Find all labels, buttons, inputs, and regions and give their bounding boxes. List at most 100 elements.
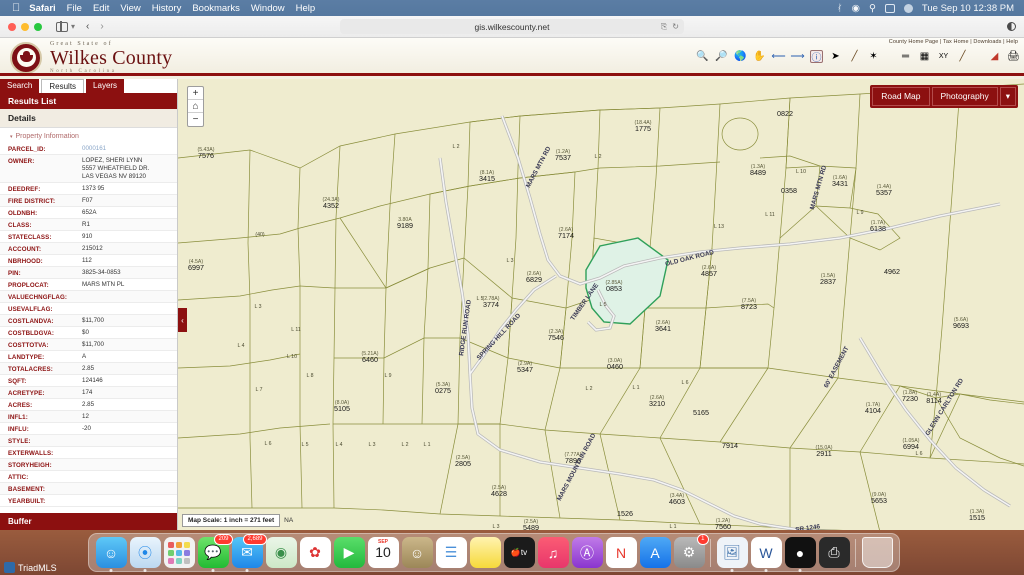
menu-item-history[interactable]: History	[152, 3, 182, 14]
previous-extent-icon[interactable]: ⟵	[771, 50, 785, 63]
window-traffic-lights[interactable]	[8, 22, 42, 31]
map-zoom-control[interactable]: + ⌂ −	[187, 86, 204, 127]
back-button[interactable]: ‹	[86, 21, 89, 32]
dock-word-icon[interactable]: W	[750, 537, 782, 572]
dock-trash-icon[interactable]	[861, 537, 893, 568]
dock-finder-icon[interactable]: ☺	[95, 537, 127, 572]
maximize-window-button[interactable]	[34, 22, 42, 31]
basemap-photography-button[interactable]: Photography	[931, 87, 998, 106]
dock-appletv-icon[interactable]: 🍎tv	[503, 537, 535, 568]
dock-podcasts-icon[interactable]: Ⓐ	[571, 537, 603, 568]
globe-full-extent-icon[interactable]: 🌎	[734, 50, 747, 63]
sidebar-dropdown-icon[interactable]: ▾	[71, 22, 75, 31]
minimize-window-button[interactable]	[21, 22, 29, 31]
reader-contrast-icon[interactable]	[1007, 22, 1016, 31]
address-bar[interactable]: gis.wilkescounty.net ⎘ ↻	[340, 19, 684, 34]
dock-quicktime-icon[interactable]: ●	[784, 537, 816, 572]
property-field-row: PARCEL_ID: 0000161	[0, 143, 177, 155]
property-information-section-toggle[interactable]: Property Information	[0, 128, 177, 143]
home-extent-button[interactable]: ⌂	[188, 100, 203, 113]
dock-launchpad-icon[interactable]	[163, 537, 195, 568]
dock-running-indicator	[764, 569, 768, 572]
dock-safari-icon[interactable]: ⦿	[129, 537, 161, 572]
reminders-icon-glyph: ☰	[444, 544, 458, 560]
dock-news-icon[interactable]: N	[605, 537, 637, 568]
wifi-icon[interactable]: ◉	[852, 3, 860, 14]
menu-item-window[interactable]: Window	[251, 3, 285, 14]
pan-hand-icon[interactable]: ✋	[753, 50, 766, 63]
menu-item-view[interactable]: View	[120, 3, 140, 14]
map-canvas[interactable]: (8.1A) 3415 (24.3A) 4352 3.80A 9189 (4.5A) 6997…	[178, 79, 1024, 530]
dock-mail-icon[interactable]: ✉ 2,689	[231, 534, 267, 572]
dock-settings-icon[interactable]: ⚙ 1	[673, 534, 709, 568]
measure-line-icon[interactable]: ╱	[848, 50, 861, 63]
logo-line-north-carolina: North Carolina	[50, 69, 117, 74]
property-field-row: BASEMENT:	[0, 483, 177, 495]
reload-button[interactable]: ↻	[672, 22, 679, 32]
results-list-header[interactable]: Results List	[0, 93, 177, 109]
tab-search[interactable]: Search	[0, 79, 40, 93]
dock-calendar-icon[interactable]: SEP 10	[367, 537, 399, 568]
control-center-icon[interactable]	[884, 3, 895, 13]
forward-button[interactable]: ›	[100, 21, 103, 32]
menu-item-safari[interactable]: Safari	[29, 3, 55, 14]
menubar-clock[interactable]: Tue Sep 10 12:38 PM	[922, 3, 1014, 14]
zoom-in-button[interactable]: +	[188, 87, 203, 100]
menu-item-help[interactable]: Help	[296, 3, 316, 14]
measure-distance-icon[interactable]: ═	[899, 50, 912, 63]
dock-contacts-icon[interactable]: ☺	[401, 537, 433, 568]
dock-music-icon[interactable]: ♫	[537, 537, 569, 568]
property-field-key: NBRHOOD:	[8, 257, 43, 265]
details-header[interactable]: Details	[0, 109, 177, 128]
tab-layers[interactable]: Layers	[86, 79, 125, 93]
buffer-button[interactable]: Buffer	[0, 513, 177, 530]
search-icon[interactable]: ⚲	[869, 3, 876, 14]
erase-icon[interactable]: ◢	[988, 50, 1001, 63]
dock-photos-icon[interactable]: ✿	[299, 537, 331, 568]
dock-messages-icon[interactable]: 💬 209	[197, 534, 233, 572]
draw-line-icon[interactable]: ╱	[956, 50, 969, 63]
panel-collapse-handle[interactable]: ‹	[178, 308, 187, 332]
zoom-in-icon[interactable]: 🔍	[696, 50, 709, 63]
extensions-icon[interactable]: ⎘	[661, 22, 667, 32]
apple-menu-icon[interactable]: 	[12, 2, 20, 14]
dock-preview-icon[interactable]: 🖼	[716, 537, 748, 572]
next-extent-icon[interactable]: ⟶	[790, 50, 804, 63]
menu-item-edit[interactable]: Edit	[93, 3, 109, 14]
parcel-id-label: 9189	[397, 221, 413, 230]
close-window-button[interactable]	[8, 22, 16, 31]
measure-area-icon[interactable]: ▦	[918, 50, 931, 63]
menu-item-file[interactable]: File	[67, 3, 82, 14]
basemap-roadmap-button[interactable]: Road Map	[872, 87, 930, 106]
parcel-id-label: 8723	[741, 302, 757, 311]
sidebar-toggle-icon[interactable]	[56, 21, 68, 32]
menu-item-bookmarks[interactable]: Bookmarks	[192, 3, 240, 14]
property-field-key: STORYHEIGH:	[8, 461, 52, 469]
identify-info-icon[interactable]: ⓘ	[810, 50, 823, 64]
xy-coordinate-icon[interactable]: XY	[937, 50, 950, 63]
select-pointer-icon[interactable]: ➤	[829, 50, 842, 63]
property-field-value: 910	[82, 232, 93, 240]
parcel-id-label: 5105	[334, 404, 350, 413]
zoom-out-icon[interactable]: 🔎	[715, 50, 728, 63]
safari-window: ▾ ‹ › gis.wilkescounty.net ⎘ ↻ Great Sta…	[0, 16, 1024, 530]
dock-appstore-icon[interactable]: A	[639, 537, 671, 568]
property-field-value[interactable]: 0000161	[82, 145, 106, 153]
header-links[interactable]: County Home Page | Tax Home | Downloads …	[889, 39, 1018, 45]
print-icon[interactable]: 🖨	[1007, 50, 1020, 63]
wilkes-county-logo[interactable]: Great State of Wilkes County North Carol…	[10, 41, 172, 74]
dock-facetime-icon[interactable]: ▶	[333, 537, 365, 568]
dock-reminders-icon[interactable]: ☰	[435, 537, 467, 568]
siri-icon[interactable]	[903, 3, 913, 13]
dock-maps-icon[interactable]: ◉	[265, 537, 297, 568]
tab-results[interactable]: Results	[41, 79, 85, 93]
zoom-out-button[interactable]: −	[188, 113, 203, 126]
dock-notes-icon[interactable]	[469, 537, 501, 568]
dock-printer-icon[interactable]: ⎙	[818, 537, 850, 568]
bluetooth-icon[interactable]: ᚰ	[837, 3, 843, 14]
basemap-switcher[interactable]: Road Map Photography ▾	[870, 85, 1018, 108]
parcel-map-svg[interactable]: (8.1A)3415(24.3A)43523.80A9189(4.5A)6997…	[178, 79, 1024, 530]
select-features-icon[interactable]: ✶	[867, 50, 880, 63]
word-icon-glyph: W	[759, 544, 773, 561]
basemap-dropdown-caret[interactable]: ▾	[999, 87, 1016, 106]
